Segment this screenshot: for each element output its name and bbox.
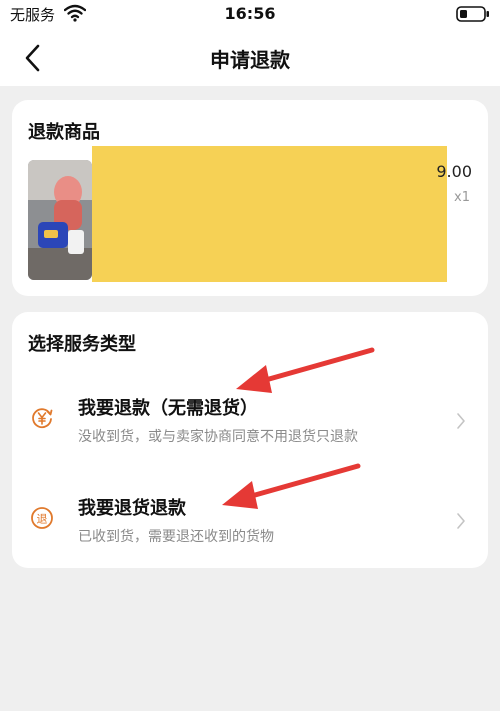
return-and-refund-title: 我要退货退款	[78, 498, 186, 519]
refund-request-screen: 无服务 16:56 申请退款 退款商品 9.00 x1 选择服务类型 我要退款（…	[0, 0, 500, 711]
nav-bar: 申请退款	[0, 30, 500, 86]
product-price: 9.00	[436, 162, 472, 181]
return-and-refund-option[interactable]: 退 我要退货退款 已收到货，需要退还收到的货物	[12, 482, 488, 562]
refund-product-card: 退款商品 9.00 x1	[12, 100, 488, 296]
svg-text:退: 退	[37, 513, 48, 526]
service-type-card: 选择服务类型 我要退款（无需退货） 没收到货，或与卖家协商同意不用退货只退款 退…	[12, 312, 488, 568]
refund-only-title: 我要退款（无需退货）	[78, 398, 258, 419]
product-card-title: 退款商品	[28, 122, 100, 143]
service-card-title: 选择服务类型	[28, 334, 136, 355]
product-image-icon	[28, 160, 92, 280]
refund-only-description: 没收到货，或与卖家协商同意不用退货只退款	[78, 429, 358, 445]
product-thumbnail[interactable]	[28, 160, 92, 280]
status-time: 16:56	[224, 4, 276, 23]
chevron-right-icon	[457, 513, 465, 529]
refund-yuan-icon	[32, 408, 53, 429]
chevron-right-icon	[457, 413, 465, 429]
return-goods-icon: 退	[31, 507, 53, 529]
redacted-product-info	[92, 146, 447, 282]
refund-only-option[interactable]: 我要退款（无需退货） 没收到货，或与卖家协商同意不用退货只退款	[12, 382, 488, 462]
return-and-refund-description: 已收到货，需要退还收到的货物	[78, 529, 274, 545]
product-quantity: x1	[454, 190, 470, 205]
battery-icon	[456, 6, 489, 22]
page-title: 申请退款	[210, 48, 290, 72]
status-bar: 无服务 16:56	[0, 0, 500, 30]
